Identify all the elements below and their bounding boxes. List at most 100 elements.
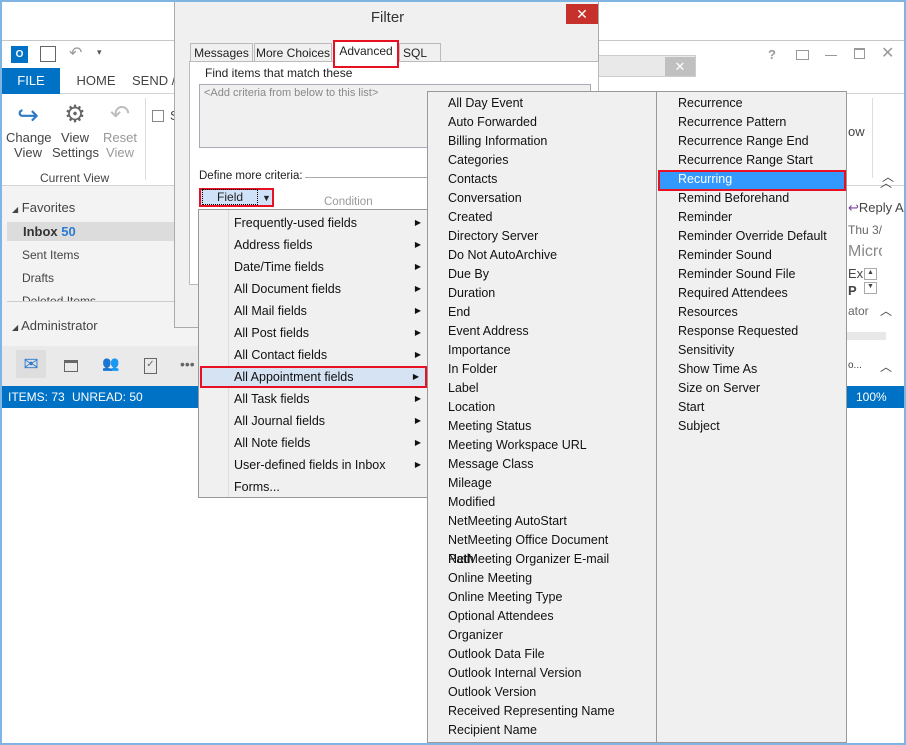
submenu-item[interactable]: Auto Forwarded [428, 113, 616, 132]
submenu-item[interactable]: Contacts [428, 170, 616, 189]
submenu-item[interactable]: In Folder [428, 360, 616, 379]
submenu-item[interactable]: Online Meeting Type [428, 588, 616, 607]
tab-more-choices[interactable]: More Choices [254, 43, 332, 63]
submenu-item[interactable]: Response Requested [658, 322, 846, 341]
submenu-item[interactable]: Show Time As [658, 360, 846, 379]
show-checkbox[interactable] [152, 110, 164, 122]
tab-messages[interactable]: Messages [190, 43, 253, 63]
menu-item[interactable]: User-defined fields in Inbox ▶ [200, 454, 427, 476]
submenu-item[interactable]: Recurrence Range End [658, 132, 846, 151]
submenu-item[interactable]: Due By [428, 265, 616, 284]
submenu-item[interactable]: Remind Beforehand [658, 189, 846, 208]
tab-sql[interactable]: SQL [399, 43, 441, 63]
submenu-item[interactable]: Received Representing Name [428, 702, 616, 721]
submenu-item[interactable]: Categories [428, 151, 616, 170]
scroll-down-button[interactable]: ▼ [864, 282, 877, 294]
submenu-item[interactable]: NetMeeting Office Document Path [428, 531, 616, 566]
submenu-item[interactable]: Outlook Internal Version [428, 664, 616, 683]
ribbon-display-icon[interactable] [796, 50, 809, 60]
submenu-item[interactable]: Reminder Sound [658, 246, 846, 265]
submenu-item[interactable]: Reminder Override Default [658, 227, 846, 246]
submenu-item[interactable]: Recurring [658, 170, 846, 191]
submenu-item[interactable]: Directory Server [428, 227, 616, 246]
menu-item[interactable]: All Appointment fields ▶ [200, 366, 427, 388]
submenu-item[interactable]: Importance [428, 341, 616, 360]
submenu-item[interactable]: Event Address [428, 322, 616, 341]
collapse-icon[interactable]: ︿ [880, 358, 892, 375]
folder-deleted-items[interactable]: Deleted Items [22, 294, 96, 301]
submenu-item[interactable]: All Day Event [428, 94, 616, 113]
change-view-button[interactable]: ↪ Change View [6, 100, 52, 160]
menu-item[interactable]: Address fields ▶ [200, 234, 427, 256]
menu-item[interactable]: All Journal fields ▶ [200, 410, 427, 432]
submenu-item[interactable]: Size on Server [658, 379, 846, 398]
submenu-item[interactable]: Recurrence [658, 94, 846, 113]
submenu-item[interactable]: Reminder Sound File [658, 265, 846, 284]
submenu-item[interactable]: Optional Attendees [428, 607, 616, 626]
submenu-item[interactable]: Required Attendees [658, 284, 846, 303]
submenu-item[interactable]: Start [658, 398, 846, 417]
reset-view-button[interactable]: ↶ Reset View [102, 100, 138, 160]
horizontal-scrollbar[interactable] [846, 332, 886, 340]
minimize-icon[interactable] [825, 55, 837, 56]
folder-drafts[interactable]: Drafts [22, 271, 54, 285]
menu-item[interactable]: All Contact fields ▶ [200, 344, 427, 366]
submenu-item[interactable]: Billing Information [428, 132, 616, 151]
submenu-item[interactable]: Organizer [428, 626, 616, 645]
tasks-icon[interactable]: ✓ [144, 358, 157, 374]
tab-file[interactable]: FILE [2, 68, 60, 94]
account-header[interactable]: ◢ Administrator [12, 318, 98, 333]
quick-access-dropdown-icon[interactable]: ▾ [97, 47, 102, 58]
submenu-item[interactable]: Recurrence Pattern [658, 113, 846, 132]
close-button[interactable]: ✕ [566, 4, 598, 24]
menu-item[interactable]: Frequently-used fields ▶ [200, 212, 427, 234]
submenu-item[interactable]: Reminder [658, 208, 846, 227]
send-receive-icon[interactable] [40, 46, 56, 62]
submenu-item[interactable]: Created [428, 208, 616, 227]
submenu-item[interactable]: Subject [658, 417, 846, 436]
tab-advanced[interactable]: Advanced [333, 40, 399, 68]
favorites-header[interactable]: ◢ Favorites [12, 200, 75, 215]
submenu-item[interactable]: Resources [658, 303, 846, 322]
submenu-item[interactable]: End [428, 303, 616, 322]
view-settings-button[interactable]: ⚙ View Settings [52, 100, 99, 160]
menu-item[interactable]: All Document fields ▶ [200, 278, 427, 300]
calendar-icon[interactable] [64, 360, 78, 372]
scroll-up-button[interactable]: ▲ [864, 268, 877, 280]
people-icon[interactable]: 👥 [102, 355, 119, 372]
help-icon[interactable]: ? [768, 47, 776, 62]
menu-item[interactable]: All Note fields ▶ [200, 432, 427, 454]
submenu-item[interactable]: Mileage [428, 474, 616, 493]
submenu-item[interactable]: Label [428, 379, 616, 398]
submenu-item[interactable]: Outlook Data File [428, 645, 616, 664]
zoom-level[interactable]: 100% [856, 386, 887, 408]
submenu-item[interactable]: Meeting Workspace URL [428, 436, 616, 455]
maximize-icon[interactable] [854, 48, 865, 59]
submenu-item[interactable]: Duration [428, 284, 616, 303]
submenu-item[interactable]: Sensitivity [658, 341, 846, 360]
submenu-item[interactable]: Message Class [428, 455, 616, 474]
menu-item[interactable]: Forms... [200, 476, 427, 498]
submenu-item[interactable]: Do Not AutoArchive [428, 246, 616, 265]
submenu-item[interactable]: NetMeeting Organizer E-mail [428, 550, 616, 569]
menu-item[interactable]: All Mail fields ▶ [200, 300, 427, 322]
submenu-item[interactable]: Recipient Name [428, 721, 616, 740]
collapse-icon[interactable]: ︿ [880, 174, 892, 191]
collapse-icon[interactable]: ︿ [880, 302, 892, 319]
submenu-item[interactable]: Online Meeting [428, 569, 616, 588]
submenu-item[interactable]: Meeting Status [428, 417, 616, 436]
close-icon[interactable]: ✕ [665, 57, 695, 76]
more-icon[interactable]: ••• [180, 356, 195, 372]
undo-icon[interactable]: ↶ [69, 43, 82, 63]
tab-home[interactable]: HOME [67, 68, 125, 94]
field-dropdown-button[interactable]: Field ▼ [199, 188, 274, 207]
close-icon[interactable]: ✕ [881, 43, 894, 63]
submenu-item[interactable]: Outlook Version [428, 683, 616, 702]
submenu-item[interactable]: Location [428, 398, 616, 417]
submenu-item[interactable]: Recurrence Range Start [658, 151, 846, 170]
submenu-item[interactable]: Modified [428, 493, 616, 512]
mail-icon[interactable]: ✉ [16, 350, 46, 378]
submenu-item[interactable]: NetMeeting AutoStart [428, 512, 616, 531]
folder-sent-items[interactable]: Sent Items [22, 248, 79, 262]
submenu-item[interactable]: Conversation [428, 189, 616, 208]
